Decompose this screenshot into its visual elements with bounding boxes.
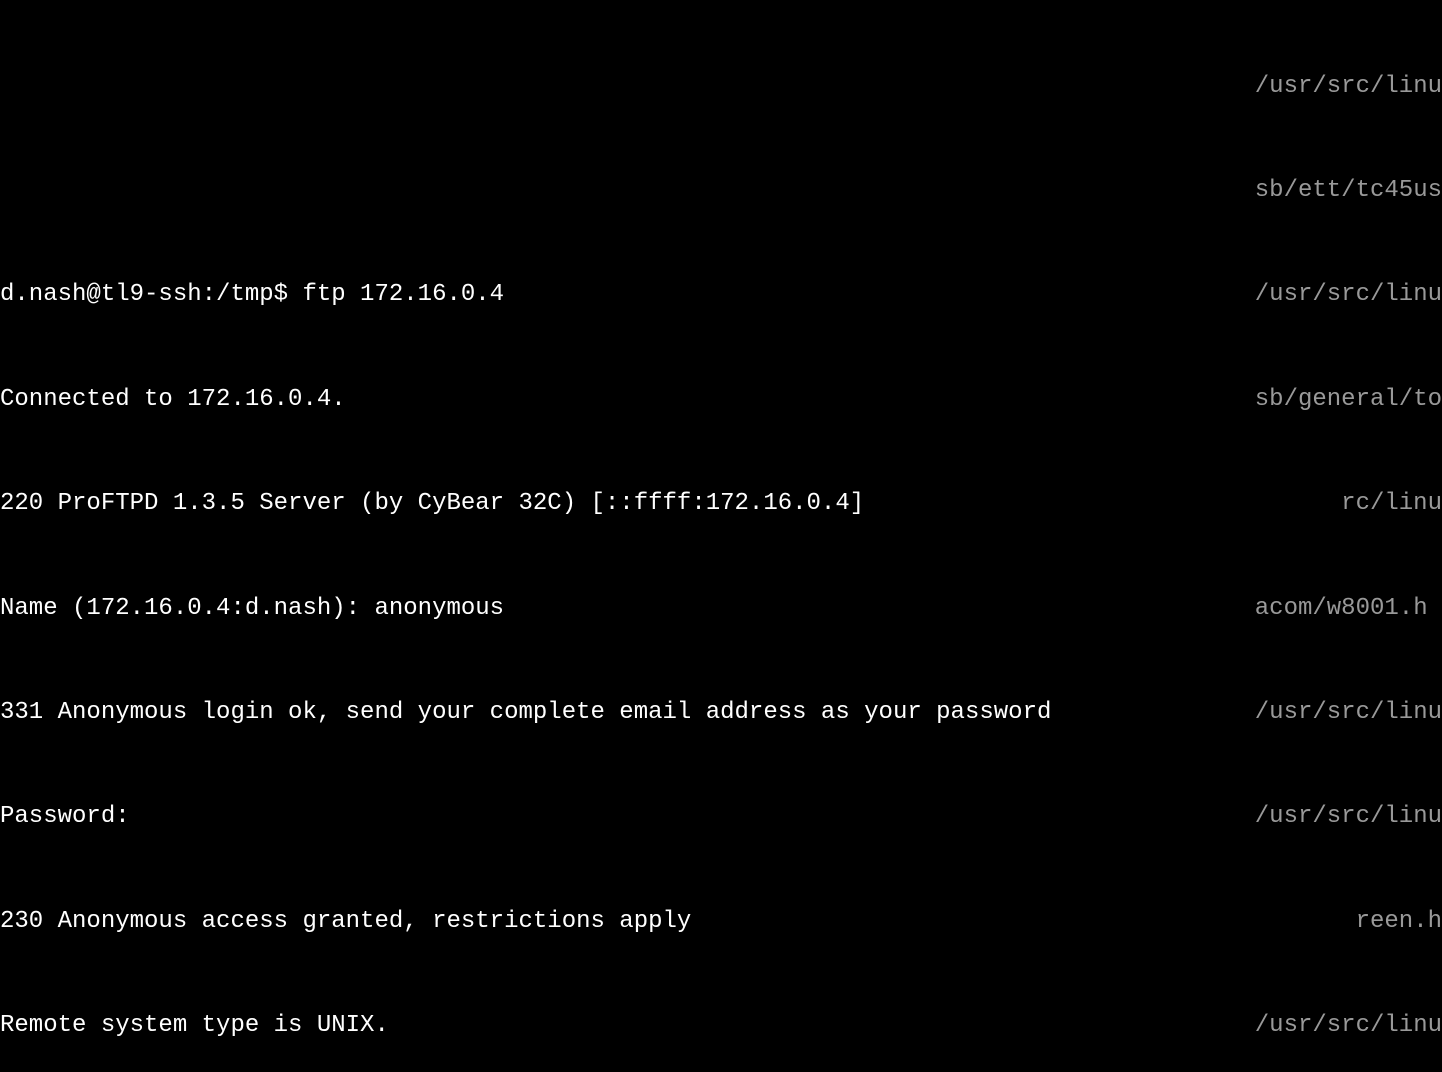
terminal-line: 331 Anonymous login ok, send your comple… [0,696,1442,731]
terminal-line: Name (172.16.0.4:d.nash): anonymous [0,592,1442,627]
terminal-output[interactable]: d.nash@tl9-ssh:/tmp$ ftp 172.16.0.4 Conn… [0,209,1442,1072]
bg-path: sb/ett/tc45us [1255,174,1442,209]
bg-path: /usr/src/linu [1255,70,1442,105]
terminal-line: Password: [0,800,1442,835]
terminal-line: d.nash@tl9-ssh:/tmp$ ftp 172.16.0.4 [0,278,1442,313]
terminal-line: 230 Anonymous access granted, restrictio… [0,905,1442,940]
terminal-line: 220 ProFTPD 1.3.5 Server (by CyBear 32C)… [0,487,1442,522]
terminal-line: Remote system type is UNIX. [0,1009,1442,1044]
terminal-line: Connected to 172.16.0.4. [0,383,1442,418]
